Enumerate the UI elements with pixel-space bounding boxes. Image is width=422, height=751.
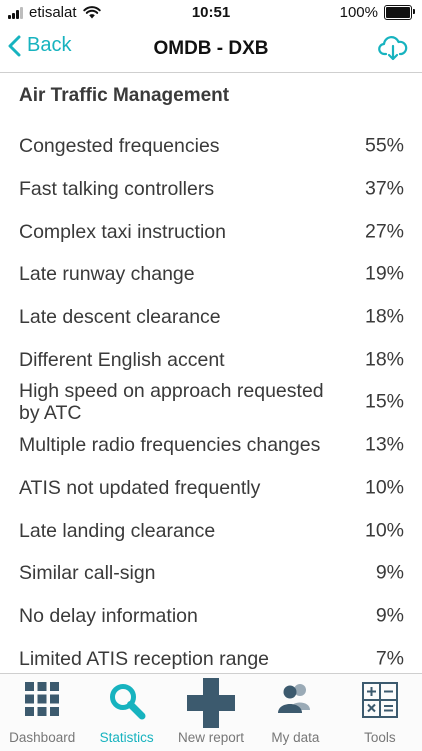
item-percentage: 10% — [364, 476, 404, 499]
grid-icon — [25, 682, 60, 716]
tab-label: Tools — [364, 730, 396, 745]
calculator-icon — [361, 682, 398, 718]
item-label: Late descent clearance — [19, 306, 221, 329]
item-label: Late landing clearance — [19, 519, 216, 542]
status-bar: etisalat 10:51 100% — [0, 0, 422, 26]
item-percentage: 18% — [364, 348, 404, 371]
tab-label: New report — [178, 730, 245, 745]
battery-icon — [384, 5, 415, 20]
item-percentage: 55% — [364, 134, 404, 157]
item-percentage: 13% — [364, 433, 404, 456]
list-item: Similar call-sign 9% — [0, 552, 422, 595]
list-item: Multiple radio frequencies changes 13% — [0, 424, 422, 467]
tab-label: My data — [271, 730, 320, 745]
tab-label: Dashboard — [9, 730, 76, 745]
cloud-download-button[interactable] — [378, 34, 408, 62]
item-label: Different English accent — [19, 348, 225, 371]
list-item: ATIS not updated frequently 10% — [0, 467, 422, 510]
item-label: Late runway change — [19, 263, 195, 286]
navigation-bar: Back OMDB - DXB — [0, 26, 422, 73]
item-label: No delay information — [19, 604, 198, 627]
item-percentage: 19% — [364, 262, 404, 285]
item-percentage: 37% — [364, 177, 404, 200]
item-percentage: 27% — [364, 220, 404, 243]
tab-my-data[interactable]: My data — [253, 674, 337, 751]
item-label: High speed on approach requested by ATC — [19, 380, 324, 425]
tab-tools[interactable]: Tools — [338, 674, 422, 751]
list-item: Different English accent 18% — [0, 338, 422, 381]
plus-icon — [187, 678, 236, 728]
status-right: 100% — [339, 4, 415, 21]
list-item: Limited ATIS reception range 7% — [0, 637, 422, 673]
item-percentage: 7% — [375, 647, 404, 670]
tab-bar: Dashboard Statistics New report My data — [0, 673, 422, 751]
cloud-download-icon — [378, 36, 408, 61]
item-percentage: 18% — [364, 305, 404, 328]
item-label: Congested frequencies — [19, 135, 220, 158]
list-item: Complex taxi instruction 27% — [0, 210, 422, 253]
item-label: Limited ATIS reception range — [19, 647, 270, 670]
list-item: Late runway change 19% — [0, 253, 422, 296]
item-percentage: 15% — [364, 390, 404, 413]
people-icon — [278, 684, 311, 713]
tab-statistics[interactable]: Statistics — [84, 674, 168, 751]
section-title: Air Traffic Management — [19, 85, 230, 106]
statistics-list: Congested frequencies 55% Fast talking co… — [0, 125, 422, 673]
item-label: Complex taxi instruction — [19, 220, 226, 243]
item-label: Fast talking controllers — [19, 178, 215, 201]
tab-new-report[interactable]: New report — [169, 674, 253, 751]
list-item: Late descent clearance 18% — [0, 296, 422, 339]
magnifier-icon — [109, 684, 146, 720]
item-percentage: 9% — [375, 561, 404, 584]
list-item: Congested frequencies 55% — [0, 125, 422, 168]
statistics-content: Air Traffic Management Congested frequen… — [0, 73, 422, 673]
item-label: Similar call-sign — [19, 562, 156, 585]
list-item: High speed on approach requested by ATC 1… — [0, 380, 422, 425]
item-percentage: 10% — [364, 519, 404, 542]
page-title: OMDB - DXB — [153, 38, 269, 59]
tab-dashboard[interactable]: Dashboard — [0, 674, 84, 751]
list-item: No delay information 9% — [0, 595, 422, 638]
list-item: Late landing clearance 10% — [0, 509, 422, 552]
tab-label: Statistics — [99, 730, 154, 745]
item-label: Multiple radio frequencies changes — [19, 434, 321, 457]
battery-percentage: 100% — [339, 4, 378, 21]
list-item: Fast talking controllers 37% — [0, 168, 422, 211]
item-label: ATIS not updated frequently — [19, 476, 261, 499]
item-percentage: 9% — [375, 604, 404, 627]
